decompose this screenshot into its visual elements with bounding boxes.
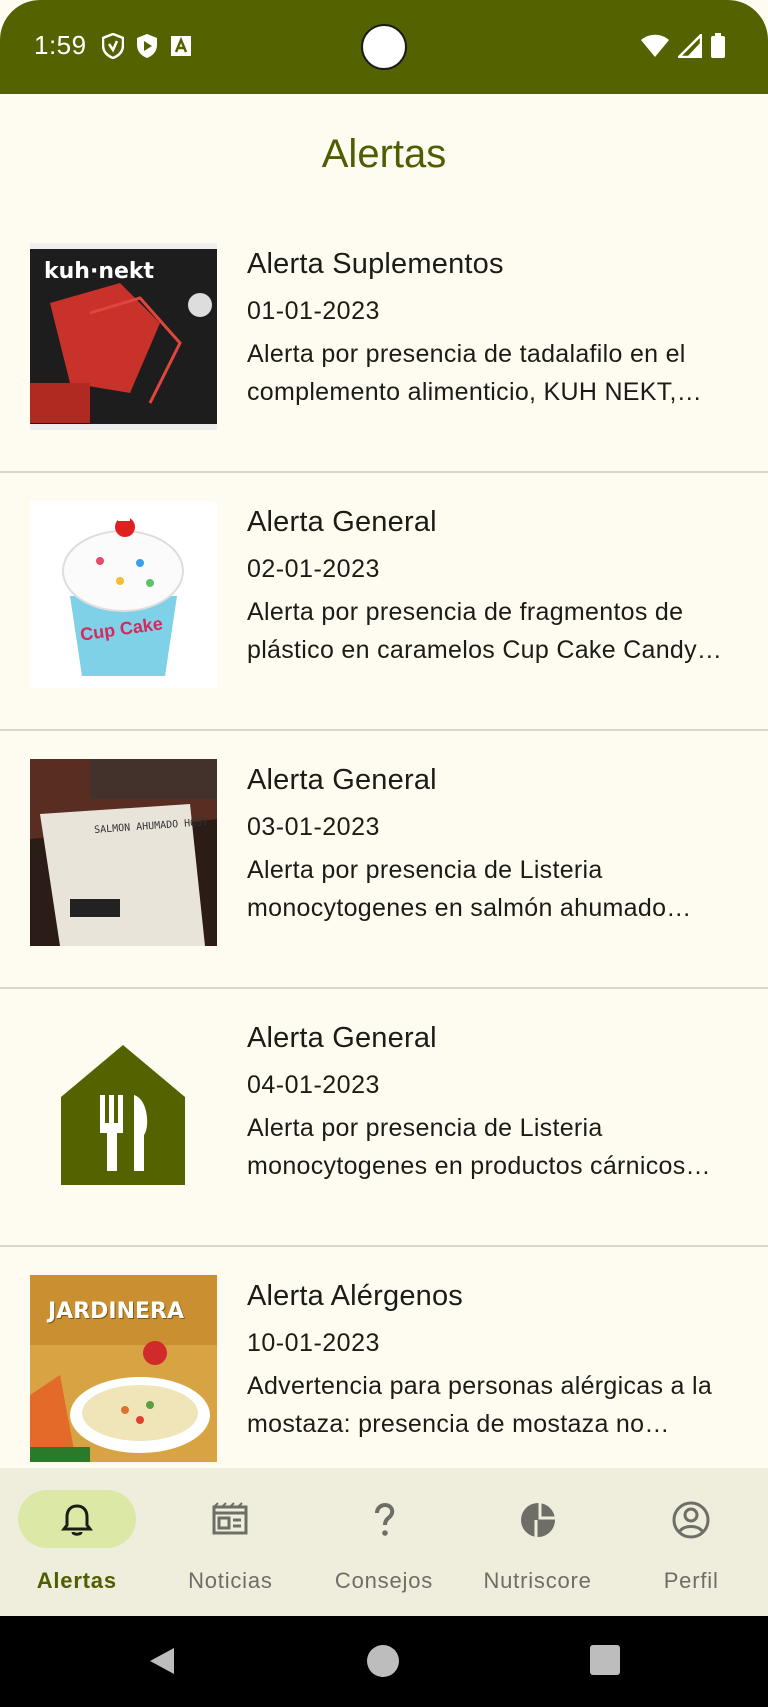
- alert-title: Alerta Suplementos: [247, 248, 504, 280]
- alert-description: Alerta por presencia de Listeria monocyt…: [247, 856, 667, 922]
- alert-thumbnail: JARDINERA: [30, 1275, 217, 1462]
- alert-thumbnail: SALMON AHUMADO HOST: [30, 759, 217, 946]
- alert-thumbnail: kuh·nekt: [30, 243, 217, 430]
- alert-item[interactable]: Cup Cake Alerta General 02-01-2023 Alert…: [0, 473, 768, 731]
- alert-item[interactable]: JARDINERA Alerta Alérgenos 10-01-2023 Ad…: [0, 1247, 768, 1467]
- font-a-icon: [171, 36, 191, 56]
- nav-label: Perfil: [663, 1568, 719, 1593]
- home-icon[interactable]: [366, 1644, 400, 1678]
- battery-icon: [711, 33, 725, 58]
- nav-item-noticias[interactable]: Noticias: [154, 1468, 308, 1616]
- alert-date: 04-01-2023: [247, 1071, 380, 1099]
- question-icon: [374, 1502, 395, 1536]
- alert-date: 01-01-2023: [247, 297, 380, 325]
- wifi-icon: [641, 34, 669, 57]
- alert-date: 02-01-2023: [247, 555, 380, 583]
- page-title: Alertas: [321, 132, 447, 176]
- status-icons-right: [640, 33, 726, 59]
- status-bar: 1:59: [0, 0, 768, 94]
- nav-item-perfil[interactable]: Perfil: [614, 1468, 768, 1616]
- alert-description: Advertencia para personas alérgicas a la…: [247, 1372, 713, 1438]
- alert-item[interactable]: SALMON AHUMADO HOST Alerta General 03-01…: [0, 731, 768, 989]
- newspaper-icon: [212, 1502, 248, 1535]
- alert-description: Alerta por presencia de Listeria monocyt…: [247, 1114, 686, 1180]
- nav-item-nutriscore[interactable]: Nutriscore: [461, 1468, 615, 1616]
- nav-label: Nutriscore: [483, 1568, 592, 1593]
- alert-date: 03-01-2023: [247, 813, 380, 841]
- nav-item-alertas[interactable]: Alertas: [0, 1468, 154, 1616]
- play-protect-icon: [137, 34, 157, 58]
- signal-icon: [678, 34, 702, 58]
- food-house-icon: [30, 1017, 217, 1204]
- shield-icon: [102, 33, 124, 59]
- alert-date: 10-01-2023: [247, 1329, 380, 1357]
- alert-title: Alerta General: [247, 764, 437, 796]
- thumb-brand-text: kuh·nekt: [44, 259, 155, 284]
- bottom-navigation: Alertas Noticias Consejos Nutriscore Per…: [0, 1468, 768, 1616]
- alert-title: Alerta General: [247, 506, 437, 538]
- recents-icon[interactable]: [589, 1644, 621, 1676]
- alert-item[interactable]: Alerta General 04-01-2023 Alerta por pre…: [0, 989, 768, 1247]
- alert-item[interactable]: kuh·nekt Alerta Suplementos 01-01-2023 A…: [0, 215, 768, 473]
- pie-chart-icon: [520, 1503, 555, 1537]
- nav-item-consejos[interactable]: Consejos: [307, 1468, 461, 1616]
- alert-description: Alerta por presencia de fragmentos de pl…: [247, 598, 697, 664]
- thumb-brand-text: JARDINERA: [48, 1299, 185, 1324]
- alert-thumbnail: Cup Cake: [30, 501, 217, 688]
- nav-label: Alertas: [36, 1568, 117, 1593]
- system-navigation-bar: [0, 1616, 768, 1707]
- alert-description: Alerta por presencia de tadalafilo en el…: [247, 340, 686, 406]
- alert-title: Alerta General: [247, 1022, 437, 1054]
- alert-title: Alerta Alérgenos: [247, 1280, 463, 1312]
- status-icons-left: [102, 33, 192, 59]
- back-icon[interactable]: [146, 1644, 180, 1678]
- nav-label: Noticias: [188, 1568, 273, 1593]
- camera-cutout: [361, 24, 407, 70]
- account-circle-icon: [672, 1501, 710, 1539]
- alert-list[interactable]: kuh·nekt Alerta Suplementos 01-01-2023 A…: [0, 215, 768, 1467]
- bell-icon: [60, 1504, 93, 1536]
- status-time: 1:59: [34, 30, 87, 60]
- nav-label: Consejos: [334, 1568, 434, 1593]
